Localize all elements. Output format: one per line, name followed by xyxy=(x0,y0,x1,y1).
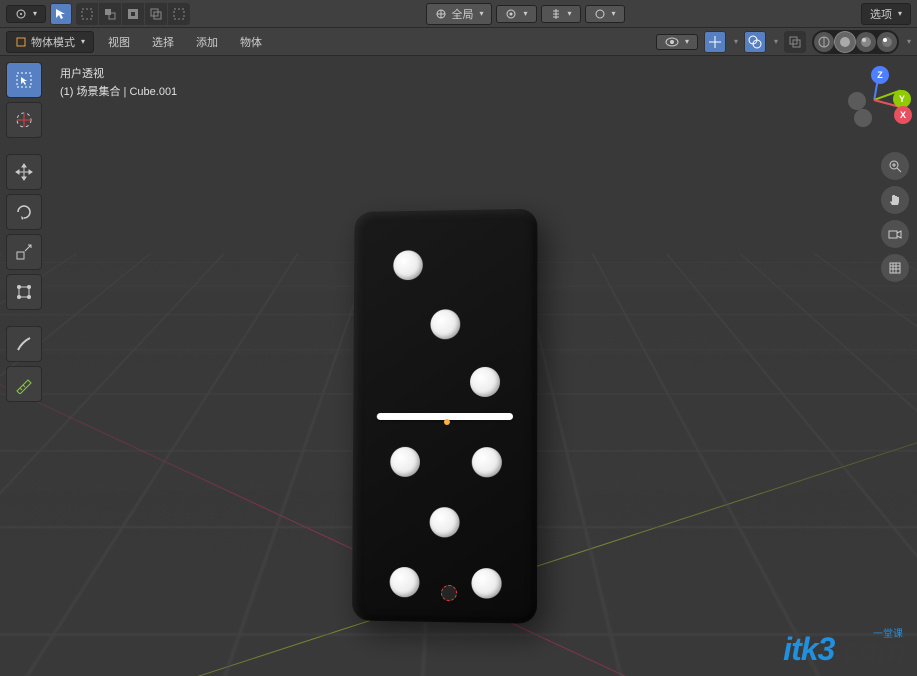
select-mode-group xyxy=(76,3,190,25)
options-dropdown[interactable]: 选项 ▾ xyxy=(861,3,911,25)
cursor-3d-icon xyxy=(441,585,457,601)
menu-view[interactable]: 视图 xyxy=(100,32,138,52)
overlay-toggle-icon[interactable] xyxy=(744,31,766,53)
nav-gizmo[interactable]: Z Y X xyxy=(839,64,909,134)
editor-type-dropdown[interactable]: ▾ xyxy=(6,5,46,23)
header-bar: ▾ 全局 ▾ ▾ ▾ ▾ 选项 ▾ xyxy=(0,0,917,28)
pan-button[interactable] xyxy=(881,186,909,214)
scene-path-label: (1) 场景集合 | Cube.001 xyxy=(60,84,177,102)
tool-measure[interactable] xyxy=(6,366,42,402)
tool-scale[interactable] xyxy=(6,234,42,270)
tool-move[interactable] xyxy=(6,154,42,190)
domino-pip xyxy=(430,507,460,537)
visibility-dropdown[interactable]: ▾ xyxy=(656,34,698,50)
viewport-3d[interactable]: 用户透视 (1) 场景集合 | Cube.001 Z Y X 一堂课 xyxy=(0,56,917,676)
select-intersect-icon[interactable] xyxy=(145,3,167,25)
toolbar: 物体模式 ▾ 视图 选择 添加 物体 ▾ ▾ ▾ ▾ xyxy=(0,28,917,56)
domino-pip xyxy=(430,309,460,339)
snap-dropdown[interactable]: ▾ xyxy=(541,5,581,23)
xray-toggle-icon[interactable] xyxy=(784,31,806,53)
tool-annotate[interactable] xyxy=(6,326,42,362)
object-domino[interactable] xyxy=(352,209,537,624)
select-invert-icon[interactable] xyxy=(168,3,190,25)
tool-transform[interactable] xyxy=(6,274,42,310)
gizmo-x-axis[interactable]: X xyxy=(894,106,912,124)
shading-wireframe-icon[interactable] xyxy=(814,32,834,52)
watermark-suffix: .com xyxy=(834,631,905,667)
select-tool-icon[interactable] xyxy=(50,3,72,25)
shading-rendered-icon[interactable] xyxy=(877,32,897,52)
domino-pip xyxy=(390,567,420,598)
select-subtract-icon[interactable] xyxy=(122,3,144,25)
left-toolbar xyxy=(6,62,42,402)
domino-pip xyxy=(472,447,502,477)
view-type-label: 用户透视 xyxy=(60,66,177,84)
domino-pip xyxy=(393,250,423,280)
tool-rotate[interactable] xyxy=(6,194,42,230)
viewport-info: 用户透视 (1) 场景集合 | Cube.001 xyxy=(60,66,177,101)
camera-view-button[interactable] xyxy=(881,220,909,248)
object-origin-icon xyxy=(444,419,450,425)
gizmo-neg-axis[interactable] xyxy=(848,92,866,110)
select-extend-icon[interactable] xyxy=(99,3,121,25)
orientation-label: 全局 xyxy=(451,6,473,22)
watermark-text: itk3 xyxy=(783,631,834,667)
options-label: 选项 xyxy=(870,6,892,22)
watermark: itk3.com xyxy=(783,631,905,668)
domino-pip xyxy=(471,568,501,599)
gizmo-neg-axis[interactable] xyxy=(854,109,872,127)
tool-cursor[interactable] xyxy=(6,102,42,138)
select-all-icon[interactable] xyxy=(76,3,98,25)
menu-select[interactable]: 选择 xyxy=(144,32,182,52)
tool-select-box[interactable] xyxy=(6,62,42,98)
gizmo-toggle-icon[interactable] xyxy=(704,31,726,53)
domino-pip xyxy=(390,447,420,477)
orientation-dropdown[interactable]: 全局 ▾ xyxy=(426,3,492,25)
gizmo-z-axis[interactable]: Z xyxy=(871,66,889,84)
proportional-dropdown[interactable]: ▾ xyxy=(585,5,625,23)
mode-label: 物体模式 xyxy=(31,34,75,50)
zoom-button[interactable] xyxy=(881,152,909,180)
view-buttons xyxy=(881,152,909,282)
pivot-dropdown[interactable]: ▾ xyxy=(496,5,536,23)
menu-object[interactable]: 物体 xyxy=(232,32,270,52)
mode-dropdown[interactable]: 物体模式 ▾ xyxy=(6,31,94,53)
domino-pip xyxy=(470,367,500,397)
shading-mode-group xyxy=(812,30,899,54)
menu-add[interactable]: 添加 xyxy=(188,32,226,52)
shading-material-icon[interactable] xyxy=(856,32,876,52)
perspective-toggle-button[interactable] xyxy=(881,254,909,282)
shading-solid-icon[interactable] xyxy=(835,32,855,52)
